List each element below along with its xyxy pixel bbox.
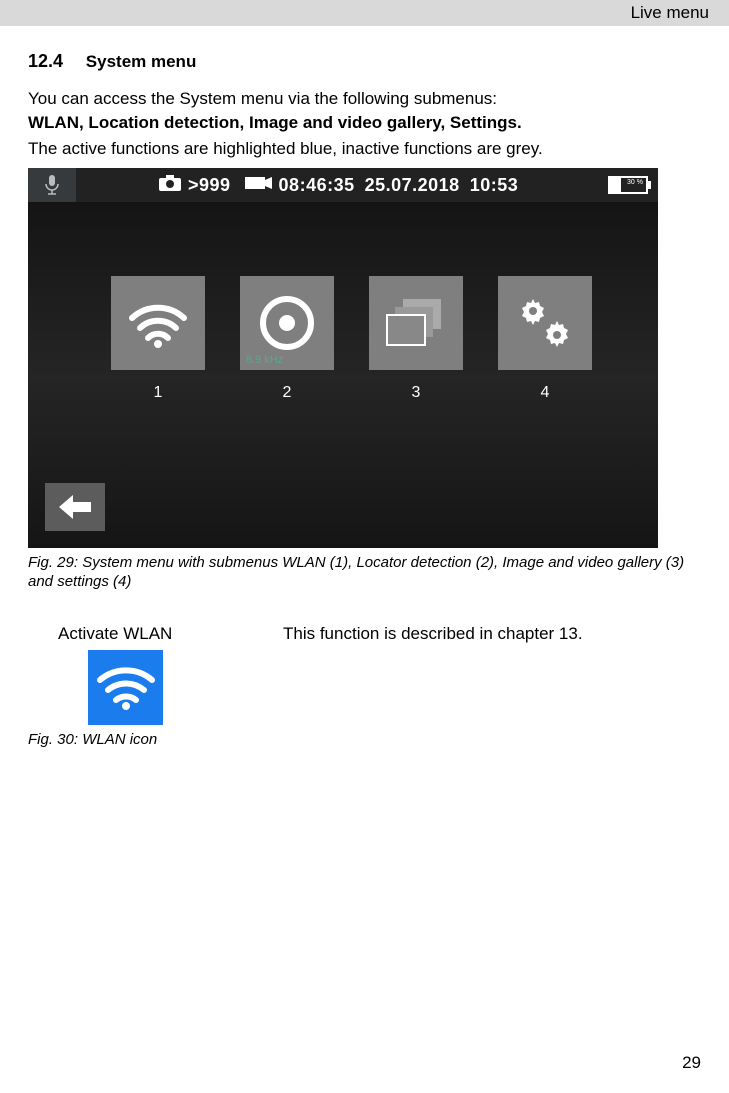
activate-wlan-description: This function is described in chapter 13… [283,624,583,644]
wlan-icon-blue [88,650,163,725]
battery-icon: 30 % [608,176,648,194]
camera-icon [158,174,182,197]
system-menu-tiles: 1 8.9 kHz 2 3 [111,276,592,370]
figure-29: >999 08:46:35 25.07.2018 10:53 30 % [28,168,658,548]
tile-settings-number: 4 [541,384,550,402]
intro-line-2: WLAN, Location detection, Image and vide… [28,112,701,134]
intro-line-1: You can access the System menu via the f… [28,88,701,110]
photo-count: >999 [188,175,231,196]
locator-frequency: 8.9 kHz [246,354,283,366]
tile-gallery[interactable]: 3 [369,276,463,370]
tile-settings[interactable]: 4 [498,276,592,370]
video-icon [245,175,273,196]
status-time: 10:53 [470,175,519,196]
page-number: 29 [682,1053,701,1073]
activate-wlan-section: Activate WLAN Fig. 30: WLAN icon This fu… [28,624,701,748]
section-heading: 12.4 System menu [28,51,701,72]
section-number: 12.4 [28,51,63,71]
figure-30-caption: Fig. 30: WLAN icon [28,731,283,748]
tile-locator-number: 2 [283,384,292,402]
video-time: 08:46:35 [279,175,355,196]
page-content: 12.4 System menu You can access the Syst… [0,26,729,748]
device-status-bar: >999 08:46:35 25.07.2018 10:53 30 % [28,168,658,202]
section-title: System menu [86,52,197,71]
tile-wlan-number: 1 [154,384,163,402]
back-button[interactable] [45,483,105,531]
tile-wlan[interactable]: 1 [111,276,205,370]
activate-wlan-label: Activate WLAN [58,624,283,644]
tile-locator[interactable]: 8.9 kHz 2 [240,276,334,370]
intro-line-3: The active functions are highlighted blu… [28,138,701,160]
battery-percent: 30 % [627,179,643,186]
status-date: 25.07.2018 [365,175,460,196]
figure-29-caption: Fig. 29: System menu with submenus WLAN … [28,554,701,592]
tile-gallery-number: 3 [412,384,421,402]
mic-icon [28,168,76,202]
header-title: Live menu [631,3,709,22]
page-header: Live menu [0,0,729,26]
